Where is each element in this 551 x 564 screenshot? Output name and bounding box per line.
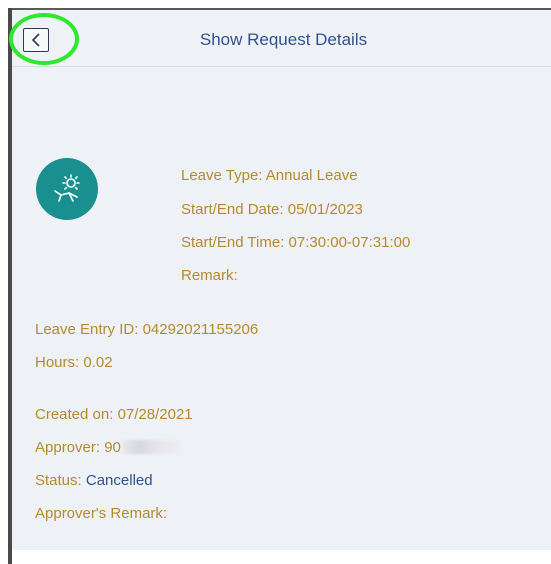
hours-value: 0.02 [83, 354, 113, 371]
hours-label: Hours: [35, 354, 80, 371]
redacted-block [121, 440, 182, 454]
start-end-time-row: Start/End Time: 07:30:00-07:31:00 [181, 234, 410, 251]
created-on-row: Created on: 07/28/2021 [35, 406, 193, 423]
start-end-date-row: Start/End Date: 05/01/2023 [181, 201, 363, 218]
app-frame: Show Request Details Leave Type: Annual … [0, 0, 551, 564]
approver-value: 90 [104, 439, 121, 456]
window-left-border [8, 8, 12, 564]
start-end-date-value: 05/01/2023 [287, 201, 363, 218]
approver-row: Approver: 90 [35, 439, 182, 456]
leave-entry-id-row: Leave Entry ID: 04292021155206 [35, 321, 258, 338]
remark-row: Remark: [181, 267, 238, 284]
start-end-time-value: 07:30:00-07:31:00 [288, 234, 411, 251]
status-label: Status: [35, 472, 82, 489]
window-top-border [8, 8, 551, 10]
hours-row: Hours: 0.02 [35, 354, 113, 371]
remark-label: Remark: [181, 267, 238, 284]
start-end-date-label: Start/End Date: [181, 201, 284, 218]
approver-remark-row: Approver's Remark: [35, 505, 167, 522]
leave-type-avatar [36, 158, 98, 220]
approver-label: Approver: [35, 439, 101, 456]
approver-remark-label: Approver's Remark: [35, 505, 168, 522]
leave-entry-id-value: 04292021155206 [142, 321, 259, 338]
start-end-time-label: Start/End Time: [181, 234, 285, 251]
leave-type-value: Annual Leave [265, 167, 358, 184]
leave-type-label: Leave Type: [181, 167, 263, 184]
status-row: Status: Cancelled [35, 472, 153, 489]
status-value: Cancelled [85, 472, 153, 489]
footer-area [12, 550, 551, 564]
sunbathing-icon [54, 174, 80, 202]
leave-entry-id-label: Leave Entry ID: [35, 321, 139, 338]
created-on-value: 07/28/2021 [117, 406, 193, 423]
created-on-label: Created on: [35, 406, 114, 423]
details-panel [12, 10, 551, 550]
leave-type-row: Leave Type: Annual Leave [181, 167, 358, 184]
page-title: Show Request Details [199, 30, 368, 49]
